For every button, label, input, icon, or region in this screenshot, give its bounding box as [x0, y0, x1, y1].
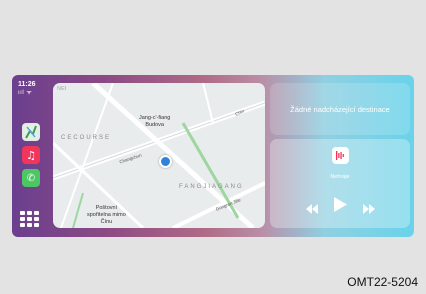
- playback-status: Nehraje: [330, 174, 350, 180]
- map-label-building: Jang-c'-fiang Budova: [139, 115, 171, 128]
- maps-icon[interactable]: [22, 123, 40, 141]
- map-view[interactable]: NEI Jang-c'-fiang Budova CECOURSE Changc…: [53, 83, 265, 228]
- fast-forward-icon[interactable]: [363, 201, 375, 219]
- map-label-poi: Poštovní spořitelna mimo Čínu: [87, 205, 126, 225]
- current-location-marker: [159, 155, 172, 168]
- carplay-screen: 11:26 ııl ᯤ ♫ ✆ NEI Jang-c'-fiang Budova…: [12, 75, 414, 237]
- app-grid-icon[interactable]: [20, 211, 42, 227]
- destination-card[interactable]: Žádné nadcházející destinace: [270, 83, 410, 135]
- figure-caption: OMT22-5204: [347, 275, 418, 289]
- now-playing-music-icon[interactable]: [332, 147, 349, 164]
- media-card[interactable]: Nehraje: [270, 139, 410, 228]
- play-icon[interactable]: [334, 197, 347, 217]
- status-bar: 11:26 ııl ᯤ: [18, 81, 46, 97]
- map-label-district-east: FANGJIAGANG: [179, 184, 244, 190]
- sidebar: 11:26 ııl ᯤ ♫ ✆: [12, 75, 50, 237]
- phone-icon[interactable]: ✆: [22, 169, 40, 187]
- signal-wifi-icon: ııl ᯤ: [18, 90, 33, 96]
- destination-text: Žádné nadcházející destinace: [290, 104, 390, 114]
- rewind-icon[interactable]: [306, 201, 318, 219]
- music-icon[interactable]: ♫: [22, 146, 40, 164]
- map-label-nei: NEI: [57, 86, 67, 92]
- map-label-district-west: CECOURSE: [61, 135, 112, 141]
- clock: 11:26: [18, 81, 36, 88]
